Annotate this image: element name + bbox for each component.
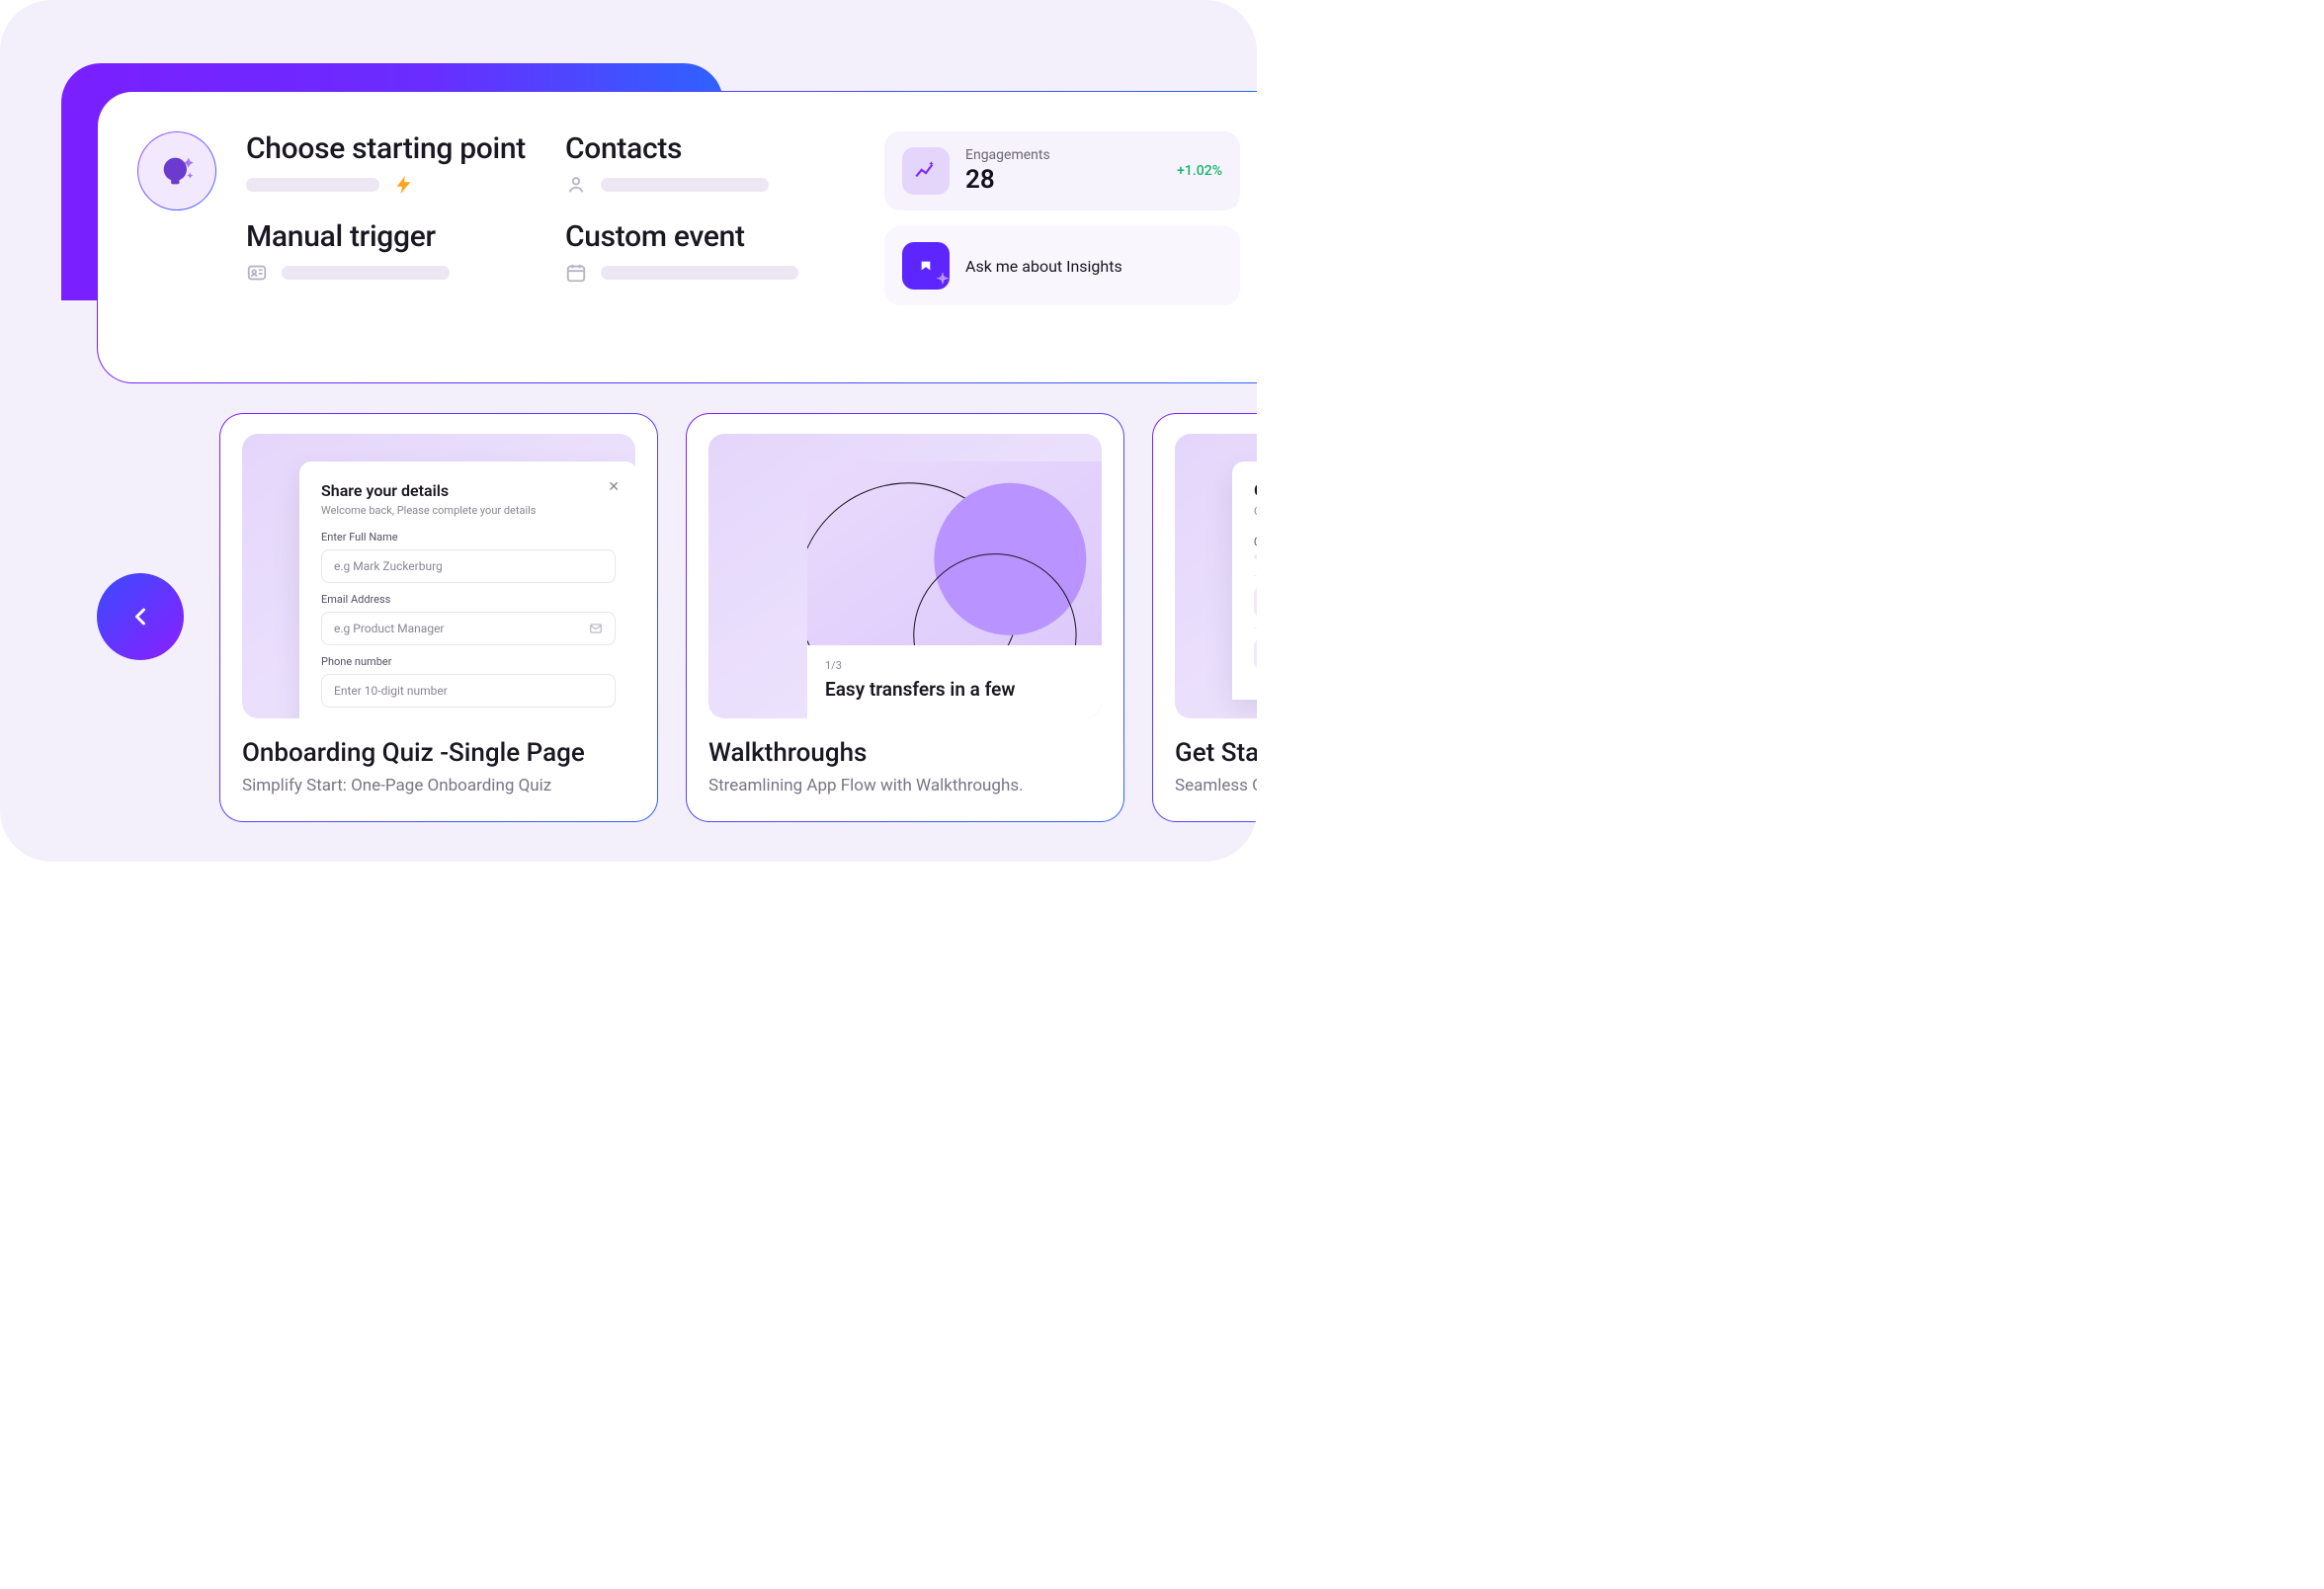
option-title: Manual trigger bbox=[246, 219, 530, 254]
starting-point-panel: Choose starting point Manual trigger bbox=[97, 91, 1257, 383]
stat-value: 28 bbox=[965, 165, 1161, 195]
insights-prompt-text: Ask me about Insights bbox=[965, 257, 1122, 276]
checklist-heading: Getting Started bbox=[1254, 481, 1257, 501]
walkthrough-caption-panel: 1/3 Easy transfers in a few bbox=[807, 645, 1102, 718]
lightning-icon bbox=[393, 174, 415, 196]
close-icon: ✕ bbox=[608, 479, 620, 495]
email-input: e.g Product Manager bbox=[321, 612, 616, 645]
input-placeholder: e.g Product Manager bbox=[334, 622, 445, 635]
placeholder-bar bbox=[601, 178, 769, 192]
template-card-onboarding-quiz[interactable]: ✕ Share your details Welcome back, Pleas… bbox=[219, 413, 658, 822]
ask-insights-card[interactable]: Ask me about Insights bbox=[884, 226, 1240, 305]
card-subtitle: Simplify Start: One-Page Onboarding Quiz bbox=[242, 776, 635, 795]
templates-carousel: ✕ Share your details Welcome back, Pleas… bbox=[219, 413, 1257, 822]
option-custom-event[interactable]: Custom event bbox=[565, 219, 849, 284]
input-placeholder: Enter 10-digit number bbox=[334, 684, 448, 698]
name-input: e.g Mark Zuckerburg bbox=[321, 549, 616, 583]
phone-input: Enter 10-digit number bbox=[321, 674, 616, 708]
checklist-progress-label: 0% Completed bbox=[1254, 536, 1257, 548]
card-subtitle: Streamlining App Flow with Walkthroughs. bbox=[708, 776, 1102, 795]
stat-label: Engagements bbox=[965, 147, 1161, 163]
option-title: Contacts bbox=[565, 131, 849, 166]
trend-sparkle-icon bbox=[902, 147, 950, 195]
card-title: Onboarding Quiz -Single Page bbox=[242, 738, 635, 768]
chevron-left-icon bbox=[126, 603, 154, 630]
card-title: Walkthroughs bbox=[708, 738, 1102, 768]
option-title: Custom event bbox=[565, 219, 849, 254]
form-preview-modal: ✕ Share your details Welcome back, Pleas… bbox=[299, 461, 635, 718]
card-preview: Getting Started Complete all the 0% Comp… bbox=[1175, 434, 1257, 718]
stats-column: Engagements 28 +1.02% bbox=[884, 131, 1240, 353]
user-icon bbox=[1254, 638, 1257, 670]
input-placeholder: e.g Mark Zuckerburg bbox=[334, 559, 443, 573]
engagements-stat-card[interactable]: Engagements 28 +1.02% bbox=[884, 131, 1240, 210]
form-label: Enter Full Name bbox=[321, 531, 616, 544]
form-subheading: Welcome back, Please complete your detai… bbox=[321, 504, 616, 517]
insights-ai-icon bbox=[902, 242, 950, 290]
template-card-walkthroughs[interactable]: 1/3 Easy transfers in a few Walkthroughs… bbox=[686, 413, 1124, 822]
checklist-item: Create Provide bbox=[1254, 575, 1257, 627]
walkthrough-caption-title: Easy transfers in a few bbox=[825, 678, 1094, 701]
placeholder-bar bbox=[282, 266, 450, 280]
option-manual-trigger[interactable]: Manual trigger bbox=[246, 219, 530, 284]
checklist-item: Verify Provide bbox=[1254, 627, 1257, 680]
walkthrough-step-indicator: 1/3 bbox=[825, 659, 1094, 672]
idea-bulb-avatar bbox=[137, 131, 216, 210]
form-label: Phone number bbox=[321, 655, 616, 668]
checklist-preview-modal: Getting Started Complete all the 0% Comp… bbox=[1232, 461, 1257, 700]
stat-delta: +1.02% bbox=[1177, 163, 1222, 179]
user-icon bbox=[565, 174, 587, 196]
template-card-get-started[interactable]: Getting Started Complete all the 0% Comp… bbox=[1152, 413, 1257, 822]
card-preview: 1/3 Easy transfers in a few bbox=[708, 434, 1102, 718]
starting-point-column-middle: Contacts Custom event bbox=[565, 131, 849, 353]
sparkle-icon bbox=[930, 270, 955, 295]
lightbulb-icon bbox=[157, 151, 197, 191]
card-subtitle: Seamless Onboarding bbox=[1175, 776, 1257, 795]
app-viewport: Choose starting point Manual trigger bbox=[0, 0, 1257, 862]
placeholder-bar bbox=[601, 266, 798, 280]
starting-point-column-left: Choose starting point Manual trigger bbox=[246, 131, 530, 353]
id-card-icon bbox=[246, 262, 268, 284]
card-title: Get Started bbox=[1175, 738, 1257, 768]
placeholder-bar bbox=[246, 178, 379, 192]
mail-icon bbox=[589, 622, 603, 635]
calendar-icon bbox=[565, 262, 587, 284]
carousel-prev-button[interactable] bbox=[97, 573, 184, 660]
card-preview: ✕ Share your details Welcome back, Pleas… bbox=[242, 434, 635, 718]
form-heading: Share your details bbox=[321, 481, 616, 500]
checklist-subheading: Complete all the bbox=[1254, 505, 1257, 518]
option-choose-starting-point[interactable]: Choose starting point bbox=[246, 131, 530, 196]
option-contacts[interactable]: Contacts bbox=[565, 131, 849, 196]
option-title: Choose starting point bbox=[246, 131, 530, 166]
form-label: Email Address bbox=[321, 593, 616, 606]
checklist-progress-bar bbox=[1254, 554, 1257, 559]
bag-icon bbox=[1254, 586, 1257, 618]
